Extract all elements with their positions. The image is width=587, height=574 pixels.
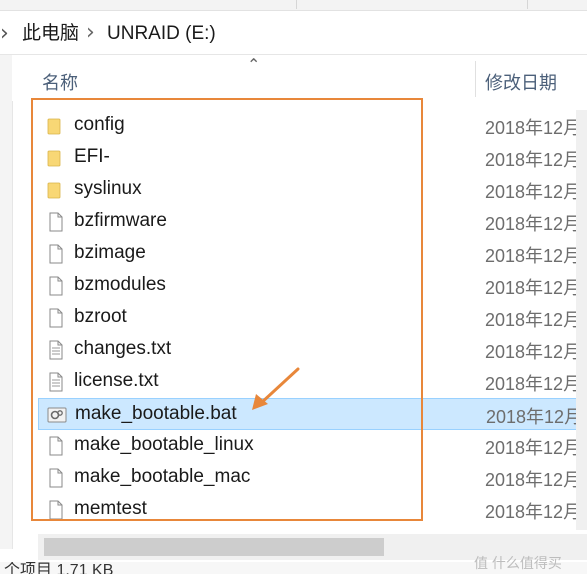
breadcrumb-drive[interactable]: UNRAID (E:)	[107, 22, 216, 46]
file-name: license.txt	[74, 370, 159, 391]
file-icon	[46, 308, 66, 328]
breadcrumb-chevron-icon[interactable]: ›	[86, 19, 95, 47]
file-date: 2018年12月	[485, 118, 582, 138]
folder-icon	[46, 116, 66, 136]
file-row[interactable]: bzroot 2018年12月	[38, 302, 587, 334]
file-icon	[46, 276, 66, 296]
scrollbar-thumb[interactable]	[44, 538, 384, 556]
file-row[interactable]: config 2018年12月	[38, 110, 587, 142]
folder-icon	[46, 148, 66, 168]
folder-icon	[46, 180, 66, 200]
breadcrumb-this-pc[interactable]: 此电脑	[22, 22, 79, 46]
ribbon-divider	[527, 0, 528, 9]
vertical-scrollbar[interactable]	[576, 110, 587, 530]
ribbon-edge	[0, 0, 587, 11]
file-icon	[46, 468, 66, 488]
watermark-text: 值 什么值得买	[474, 555, 562, 571]
address-bar[interactable]: › 此电脑 › UNRAID (E:)	[0, 14, 587, 55]
file-row[interactable]: syslinux 2018年12月	[38, 174, 587, 206]
batch-file-icon	[47, 405, 67, 425]
column-header: ⌃ 名称 修改日期	[12, 55, 587, 101]
file-date: 2018年12月	[485, 470, 582, 490]
status-text: 个项目 1.71 KB	[4, 562, 114, 574]
navigation-pane[interactable]	[0, 55, 13, 549]
file-icon	[46, 500, 66, 520]
ribbon-divider	[296, 0, 297, 9]
file-row[interactable]: bzimage 2018年12月	[38, 238, 587, 270]
file-row[interactable]: bzmodules 2018年12月	[38, 270, 587, 302]
file-name: memtest	[74, 498, 147, 519]
file-date: 2018年12月	[485, 150, 582, 170]
file-date: 2018年12月	[485, 310, 582, 330]
file-name: config	[74, 114, 125, 135]
file-name: changes.txt	[74, 338, 172, 359]
file-name: make_bootable_mac	[74, 466, 251, 487]
file-name: make_bootable.bat	[75, 403, 237, 424]
file-date: 2018年12月	[485, 374, 582, 394]
file-name: bzfirmware	[74, 210, 167, 231]
file-row[interactable]: make_bootable_mac 2018年12月	[38, 462, 587, 494]
file-row[interactable]: memtest 2018年12月	[38, 494, 587, 526]
file-date: 2018年12月	[486, 407, 583, 427]
file-date: 2018年12月	[485, 214, 582, 234]
text-file-icon	[46, 340, 66, 360]
file-row[interactable]: bzfirmware 2018年12月	[38, 206, 587, 238]
file-row[interactable]: changes.txt 2018年12月	[38, 334, 587, 366]
file-row[interactable]: make_bootable_linux 2018年12月	[38, 430, 587, 462]
breadcrumb-chevron-icon[interactable]: ›	[0, 14, 16, 54]
file-name: bzmodules	[74, 274, 166, 295]
file-date: 2018年12月	[485, 278, 582, 298]
column-name-header[interactable]: 名称	[42, 69, 78, 95]
file-name: syslinux	[74, 178, 142, 199]
file-date: 2018年12月	[485, 342, 582, 362]
file-row[interactable]: make_bootable.bat 2018年12月	[38, 398, 587, 430]
file-date: 2018年12月	[485, 438, 582, 458]
column-date-header[interactable]: 修改日期	[485, 69, 557, 95]
column-divider[interactable]	[475, 61, 476, 97]
file-date: 2018年12月	[485, 502, 582, 522]
file-icon	[46, 212, 66, 232]
file-name: bzimage	[74, 242, 146, 263]
file-icon	[46, 436, 66, 456]
text-file-icon	[46, 372, 66, 392]
file-icon	[46, 244, 66, 264]
file-row[interactable]: EFI- 2018年12月	[38, 142, 587, 174]
file-date: 2018年12月	[485, 246, 582, 266]
file-name: make_bootable_linux	[74, 434, 254, 455]
file-name: EFI-	[74, 146, 110, 167]
file-name: bzroot	[74, 306, 127, 327]
file-date: 2018年12月	[485, 182, 582, 202]
sort-ascending-icon: ⌃	[247, 55, 261, 74]
file-row[interactable]: license.txt 2018年12月	[38, 366, 587, 398]
